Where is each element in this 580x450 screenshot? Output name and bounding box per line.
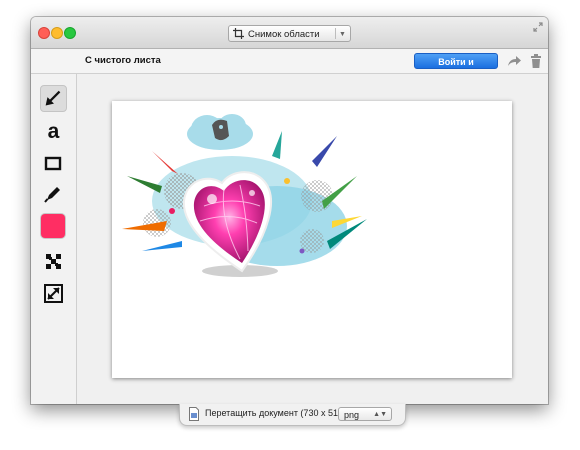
maximize-window-button[interactable] [64, 27, 76, 39]
pixelate-icon [46, 254, 61, 269]
minimize-window-button[interactable] [51, 27, 63, 39]
document-icon[interactable] [189, 407, 199, 421]
title-bar: Снимок области экрана ▼ [31, 17, 548, 57]
capture-mode-dropdown[interactable]: Снимок области экрана ▼ [228, 25, 351, 57]
crop-resize-icon [44, 284, 63, 303]
resize-icon[interactable] [533, 22, 543, 32]
text-tool[interactable]: a [40, 118, 67, 145]
heart-illustration [122, 114, 367, 277]
chevron-updown-icon: ▲▼ [373, 411, 387, 418]
drag-document-label: Перетащить документ (730 x 510) [205, 408, 346, 418]
trash-icon[interactable] [530, 53, 542, 69]
save-to-evernote-button[interactable]: Войти и запомнить [414, 53, 498, 83]
tool-sidebar: a [31, 74, 77, 404]
share-icon[interactable] [506, 53, 522, 69]
text-icon: a [48, 120, 60, 143]
export-bar: Перетащить документ (730 x 510) png ▲▼ [179, 404, 406, 426]
arrow-tool[interactable] [40, 85, 67, 112]
selected-color-swatch [41, 214, 65, 238]
arrow-icon [45, 90, 61, 106]
canvas-area [77, 74, 548, 404]
crop-icon [233, 28, 244, 39]
rectangle-icon [44, 156, 62, 171]
dropdown-separator [335, 28, 336, 39]
format-value: png [344, 410, 360, 420]
document-canvas[interactable] [112, 101, 512, 378]
pixelate-tool[interactable] [40, 248, 67, 275]
marker-icon [44, 187, 60, 203]
crop-tool[interactable] [40, 280, 67, 307]
marker-tool[interactable] [40, 180, 67, 207]
rectangle-tool[interactable] [40, 150, 67, 177]
document-toolbar: С чистого листа Войти и запомнить [31, 49, 548, 83]
document-title: С чистого листа [85, 55, 161, 66]
close-window-button[interactable] [38, 27, 50, 39]
chevron-down-icon: ▼ [339, 31, 346, 38]
format-select[interactable]: png ▲▼ [338, 407, 392, 421]
color-picker[interactable] [40, 213, 67, 240]
app-window: Снимок области экрана ▼ С чистого листа … [31, 17, 548, 404]
svg-text:a: a [48, 120, 60, 143]
